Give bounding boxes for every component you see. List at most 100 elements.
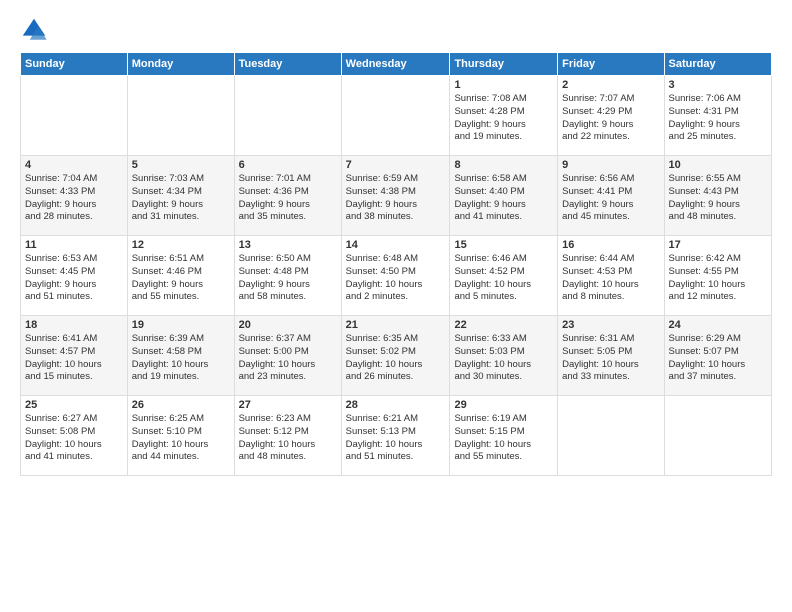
day-number: 18 bbox=[25, 319, 123, 331]
day-info: Sunrise: 6:21 AM Sunset: 5:13 PM Dayligh… bbox=[346, 413, 446, 464]
day-info: Sunrise: 6:42 AM Sunset: 4:55 PM Dayligh… bbox=[669, 253, 767, 304]
weekday-header: Monday bbox=[127, 53, 234, 76]
weekday-header: Saturday bbox=[664, 53, 771, 76]
day-info: Sunrise: 6:35 AM Sunset: 5:02 PM Dayligh… bbox=[346, 333, 446, 384]
day-info: Sunrise: 6:39 AM Sunset: 4:58 PM Dayligh… bbox=[132, 333, 230, 384]
day-number: 4 bbox=[25, 159, 123, 171]
day-info: Sunrise: 6:37 AM Sunset: 5:00 PM Dayligh… bbox=[239, 333, 337, 384]
calendar-week-row: 11 Sunrise: 6:53 AM Sunset: 4:45 PM Dayli… bbox=[21, 236, 772, 316]
calendar-cell bbox=[664, 396, 771, 476]
calendar-cell: 14 Sunrise: 6:48 AM Sunset: 4:50 PM Dayli… bbox=[341, 236, 450, 316]
day-number: 9 bbox=[562, 159, 659, 171]
day-number: 21 bbox=[346, 319, 446, 331]
day-info: Sunrise: 7:03 AM Sunset: 4:34 PM Dayligh… bbox=[132, 173, 230, 224]
calendar-cell: 20 Sunrise: 6:37 AM Sunset: 5:00 PM Dayli… bbox=[234, 316, 341, 396]
calendar-week-row: 4 Sunrise: 7:04 AM Sunset: 4:33 PM Daylig… bbox=[21, 156, 772, 236]
calendar-cell: 3 Sunrise: 7:06 AM Sunset: 4:31 PM Daylig… bbox=[664, 76, 771, 156]
calendar-cell: 18 Sunrise: 6:41 AM Sunset: 4:57 PM Dayli… bbox=[21, 316, 128, 396]
logo bbox=[20, 16, 50, 44]
day-info: Sunrise: 7:04 AM Sunset: 4:33 PM Dayligh… bbox=[25, 173, 123, 224]
day-info: Sunrise: 7:06 AM Sunset: 4:31 PM Dayligh… bbox=[669, 93, 767, 144]
calendar-cell: 22 Sunrise: 6:33 AM Sunset: 5:03 PM Dayli… bbox=[450, 316, 558, 396]
day-number: 19 bbox=[132, 319, 230, 331]
day-number: 1 bbox=[454, 79, 553, 91]
day-number: 5 bbox=[132, 159, 230, 171]
calendar-header-row: SundayMondayTuesdayWednesdayThursdayFrid… bbox=[21, 53, 772, 76]
day-number: 23 bbox=[562, 319, 659, 331]
calendar-cell: 1Sunrise: 7:08 AM Sunset: 4:28 PM Daylig… bbox=[450, 76, 558, 156]
day-info: Sunrise: 7:01 AM Sunset: 4:36 PM Dayligh… bbox=[239, 173, 337, 224]
day-info: Sunrise: 6:29 AM Sunset: 5:07 PM Dayligh… bbox=[669, 333, 767, 384]
day-info: Sunrise: 6:50 AM Sunset: 4:48 PM Dayligh… bbox=[239, 253, 337, 304]
calendar-week-row: 1Sunrise: 7:08 AM Sunset: 4:28 PM Daylig… bbox=[21, 76, 772, 156]
day-number: 11 bbox=[25, 239, 123, 251]
calendar-cell: 5 Sunrise: 7:03 AM Sunset: 4:34 PM Daylig… bbox=[127, 156, 234, 236]
calendar-cell: 2 Sunrise: 7:07 AM Sunset: 4:29 PM Daylig… bbox=[558, 76, 664, 156]
weekday-header: Friday bbox=[558, 53, 664, 76]
calendar-cell: 23 Sunrise: 6:31 AM Sunset: 5:05 PM Dayli… bbox=[558, 316, 664, 396]
day-number: 17 bbox=[669, 239, 767, 251]
day-info: Sunrise: 6:31 AM Sunset: 5:05 PM Dayligh… bbox=[562, 333, 659, 384]
day-number: 3 bbox=[669, 79, 767, 91]
calendar-cell: 28 Sunrise: 6:21 AM Sunset: 5:13 PM Dayli… bbox=[341, 396, 450, 476]
day-info: Sunrise: 6:59 AM Sunset: 4:38 PM Dayligh… bbox=[346, 173, 446, 224]
day-number: 15 bbox=[454, 239, 553, 251]
day-number: 25 bbox=[25, 399, 123, 411]
day-info: Sunrise: 6:46 AM Sunset: 4:52 PM Dayligh… bbox=[454, 253, 553, 304]
calendar-cell: 17 Sunrise: 6:42 AM Sunset: 4:55 PM Dayli… bbox=[664, 236, 771, 316]
calendar-cell bbox=[127, 76, 234, 156]
calendar-week-row: 18 Sunrise: 6:41 AM Sunset: 4:57 PM Dayli… bbox=[21, 316, 772, 396]
weekday-header: Tuesday bbox=[234, 53, 341, 76]
day-number: 6 bbox=[239, 159, 337, 171]
day-info: Sunrise: 6:56 AM Sunset: 4:41 PM Dayligh… bbox=[562, 173, 659, 224]
day-number: 20 bbox=[239, 319, 337, 331]
calendar-cell: 11 Sunrise: 6:53 AM Sunset: 4:45 PM Dayli… bbox=[21, 236, 128, 316]
calendar-cell: 7Sunrise: 6:59 AM Sunset: 4:38 PM Daylig… bbox=[341, 156, 450, 236]
calendar-table: SundayMondayTuesdayWednesdayThursdayFrid… bbox=[20, 52, 772, 476]
calendar-cell: 27 Sunrise: 6:23 AM Sunset: 5:12 PM Dayli… bbox=[234, 396, 341, 476]
calendar-cell: 8Sunrise: 6:58 AM Sunset: 4:40 PM Daylig… bbox=[450, 156, 558, 236]
calendar-week-row: 25Sunrise: 6:27 AM Sunset: 5:08 PM Dayli… bbox=[21, 396, 772, 476]
calendar-cell: 29Sunrise: 6:19 AM Sunset: 5:15 PM Dayli… bbox=[450, 396, 558, 476]
calendar-cell: 15 Sunrise: 6:46 AM Sunset: 4:52 PM Dayli… bbox=[450, 236, 558, 316]
day-info: Sunrise: 6:41 AM Sunset: 4:57 PM Dayligh… bbox=[25, 333, 123, 384]
day-info: Sunrise: 7:07 AM Sunset: 4:29 PM Dayligh… bbox=[562, 93, 659, 144]
day-number: 27 bbox=[239, 399, 337, 411]
calendar-cell: 12 Sunrise: 6:51 AM Sunset: 4:46 PM Dayli… bbox=[127, 236, 234, 316]
calendar-cell: 19 Sunrise: 6:39 AM Sunset: 4:58 PM Dayli… bbox=[127, 316, 234, 396]
day-number: 16 bbox=[562, 239, 659, 251]
day-number: 28 bbox=[346, 399, 446, 411]
calendar-cell: 24 Sunrise: 6:29 AM Sunset: 5:07 PM Dayli… bbox=[664, 316, 771, 396]
calendar-cell: 10Sunrise: 6:55 AM Sunset: 4:43 PM Dayli… bbox=[664, 156, 771, 236]
calendar-cell: 13 Sunrise: 6:50 AM Sunset: 4:48 PM Dayli… bbox=[234, 236, 341, 316]
calendar-cell: 26Sunrise: 6:25 AM Sunset: 5:10 PM Dayli… bbox=[127, 396, 234, 476]
calendar-cell: 9 Sunrise: 6:56 AM Sunset: 4:41 PM Daylig… bbox=[558, 156, 664, 236]
day-number: 24 bbox=[669, 319, 767, 331]
day-info: Sunrise: 6:51 AM Sunset: 4:46 PM Dayligh… bbox=[132, 253, 230, 304]
calendar-cell bbox=[234, 76, 341, 156]
calendar-cell: 4 Sunrise: 7:04 AM Sunset: 4:33 PM Daylig… bbox=[21, 156, 128, 236]
calendar-cell: 16 Sunrise: 6:44 AM Sunset: 4:53 PM Dayli… bbox=[558, 236, 664, 316]
calendar-cell bbox=[21, 76, 128, 156]
day-number: 2 bbox=[562, 79, 659, 91]
header bbox=[20, 16, 772, 44]
day-info: Sunrise: 6:48 AM Sunset: 4:50 PM Dayligh… bbox=[346, 253, 446, 304]
day-number: 12 bbox=[132, 239, 230, 251]
calendar-cell: 6 Sunrise: 7:01 AM Sunset: 4:36 PM Daylig… bbox=[234, 156, 341, 236]
logo-icon bbox=[20, 16, 48, 44]
day-info: Sunrise: 6:23 AM Sunset: 5:12 PM Dayligh… bbox=[239, 413, 337, 464]
calendar-cell bbox=[558, 396, 664, 476]
day-number: 22 bbox=[454, 319, 553, 331]
day-info: Sunrise: 6:53 AM Sunset: 4:45 PM Dayligh… bbox=[25, 253, 123, 304]
day-info: Sunrise: 6:33 AM Sunset: 5:03 PM Dayligh… bbox=[454, 333, 553, 384]
day-number: 13 bbox=[239, 239, 337, 251]
weekday-header: Sunday bbox=[21, 53, 128, 76]
day-number: 8 bbox=[454, 159, 553, 171]
day-info: Sunrise: 6:19 AM Sunset: 5:15 PM Dayligh… bbox=[454, 413, 553, 464]
day-info: Sunrise: 6:44 AM Sunset: 4:53 PM Dayligh… bbox=[562, 253, 659, 304]
day-number: 26 bbox=[132, 399, 230, 411]
weekday-header: Thursday bbox=[450, 53, 558, 76]
day-number: 14 bbox=[346, 239, 446, 251]
weekday-header: Wednesday bbox=[341, 53, 450, 76]
calendar-cell: 21 Sunrise: 6:35 AM Sunset: 5:02 PM Dayli… bbox=[341, 316, 450, 396]
